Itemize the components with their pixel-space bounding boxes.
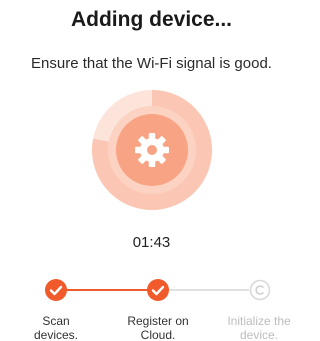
countdown-timer: 01:43 (132, 234, 171, 251)
step-connector-2 (158, 289, 258, 291)
progress-steps: Scan devices. Register on Cloud. Initializ… (0, 276, 303, 341)
step-label-initialize: Initialize the device. (227, 314, 291, 341)
progress-ring (92, 90, 212, 210)
adding-device-screen: Adding device... Ensure that the Wi-Fi s… (0, 0, 303, 341)
step-scan-check-icon (45, 279, 67, 301)
wifi-hint-text: Ensure that the Wi-Fi signal is good. (31, 55, 272, 72)
gear-icon (135, 133, 169, 167)
step-initialize-c-icon (249, 279, 271, 301)
step-label-register: Register on Cloud. (127, 314, 189, 341)
page-title: Adding device... (70, 8, 233, 31)
step-connector-1 (56, 289, 156, 291)
progress-ring-graphic (92, 90, 212, 210)
step-label-scan: Scan devices. (33, 314, 79, 341)
step-register-check-icon (147, 279, 169, 301)
